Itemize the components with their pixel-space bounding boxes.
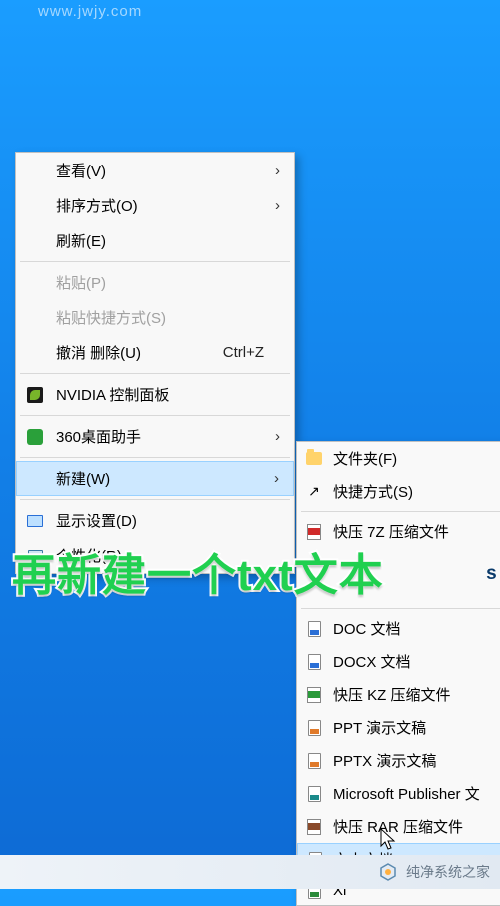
doc-blue-icon bbox=[305, 620, 323, 638]
doc-orange-icon bbox=[305, 752, 323, 770]
menu-label: 快压 KZ 压缩文件 bbox=[333, 684, 451, 705]
submenu-item-publisher[interactable]: Microsoft Publisher 文 bbox=[297, 777, 500, 810]
menu-label: 撤消 删除(U) bbox=[56, 342, 141, 363]
menu-item-display-settings[interactable]: 显示设置(D) bbox=[16, 503, 294, 538]
chevron-right-icon: › bbox=[274, 470, 279, 487]
menu-label: NVIDIA 控制面板 bbox=[56, 384, 169, 405]
menu-separator bbox=[20, 457, 290, 458]
new-submenu: 文件夹(F) ↗ 快捷方式(S) 快压 7Z 压缩文件 DOC 文档 DOCX … bbox=[296, 441, 500, 906]
menu-label: 显示设置(D) bbox=[56, 510, 137, 531]
zip-green-icon bbox=[305, 686, 323, 704]
menu-item-nvidia[interactable]: NVIDIA 控制面板 bbox=[16, 377, 294, 412]
menu-label: 粘贴(P) bbox=[56, 272, 106, 293]
menu-label: Microsoft Publisher 文 bbox=[333, 783, 480, 804]
chevron-right-icon: › bbox=[275, 428, 280, 445]
360-icon bbox=[26, 428, 44, 446]
watermark-top: www.jwjy.com bbox=[38, 3, 142, 20]
menu-separator bbox=[301, 511, 500, 512]
menu-label: PPT 演示文稿 bbox=[333, 717, 426, 738]
submenu-item-rar[interactable]: 快压 RAR 压缩文件 bbox=[297, 810, 500, 843]
menu-label: 排序方式(O) bbox=[56, 195, 138, 216]
submenu-item-ppt[interactable]: PPT 演示文稿 bbox=[297, 711, 500, 744]
menu-item-new[interactable]: 新建(W) › bbox=[16, 461, 294, 496]
desktop-context-menu: 查看(V) › 排序方式(O) › 刷新(E) 粘贴(P) 粘贴快捷方式(S) … bbox=[15, 152, 295, 574]
chevron-right-icon: › bbox=[275, 197, 280, 214]
zip-brown-icon bbox=[305, 818, 323, 836]
doc-blue-icon bbox=[305, 653, 323, 671]
menu-item-paste: 粘贴(P) bbox=[16, 265, 294, 300]
submenu-item-folder[interactable]: 文件夹(F) bbox=[297, 442, 500, 475]
submenu-item-docx[interactable]: DOCX 文档 bbox=[297, 645, 500, 678]
submenu-item-kz[interactable]: 快压 KZ 压缩文件 bbox=[297, 678, 500, 711]
menu-separator bbox=[20, 261, 290, 262]
submenu-item-pptx[interactable]: PPTX 演示文稿 bbox=[297, 744, 500, 777]
menu-label: 文件夹(F) bbox=[333, 448, 397, 469]
shortcut-icon: ↗ bbox=[305, 483, 323, 501]
menu-label: 刷新(E) bbox=[56, 230, 106, 251]
footer-text: 纯净系统之家 bbox=[406, 862, 490, 882]
footer-logo-icon bbox=[378, 862, 398, 882]
menu-separator bbox=[20, 415, 290, 416]
menu-item-view[interactable]: 查看(V) › bbox=[16, 153, 294, 188]
folder-icon bbox=[305, 450, 323, 468]
menu-item-undo-delete[interactable]: 撤消 删除(U) Ctrl+Z bbox=[16, 335, 294, 370]
menu-label: 新建(W) bbox=[56, 468, 110, 489]
menu-label: 360桌面助手 bbox=[56, 426, 141, 447]
menu-label: DOCX 文档 bbox=[333, 651, 411, 672]
menu-label: 快压 RAR 压缩文件 bbox=[333, 816, 463, 837]
menu-separator bbox=[20, 499, 290, 500]
menu-item-refresh[interactable]: 刷新(E) bbox=[16, 223, 294, 258]
zip-red-icon bbox=[305, 523, 323, 541]
footer-watermark-bar: 纯净系统之家 bbox=[0, 855, 500, 889]
menu-label: PPTX 演示文稿 bbox=[333, 750, 436, 771]
submenu-item-shortcut[interactable]: ↗ 快捷方式(S) bbox=[297, 475, 500, 508]
menu-item-sort[interactable]: 排序方式(O) › bbox=[16, 188, 294, 223]
menu-label: 快捷方式(S) bbox=[333, 481, 413, 502]
doc-teal-icon bbox=[305, 785, 323, 803]
menu-shortcut: Ctrl+Z bbox=[223, 344, 264, 361]
menu-item-paste-shortcut: 粘贴快捷方式(S) bbox=[16, 300, 294, 335]
menu-separator bbox=[20, 373, 290, 374]
nvidia-icon bbox=[26, 386, 44, 404]
submenu-item-doc[interactable]: DOC 文档 bbox=[297, 612, 500, 645]
menu-label: 粘贴快捷方式(S) bbox=[56, 307, 166, 328]
menu-label: 查看(V) bbox=[56, 160, 106, 181]
video-caption: 再新建一个txt文本 bbox=[12, 539, 384, 603]
chevron-right-icon: › bbox=[275, 162, 280, 179]
doc-orange-icon bbox=[305, 719, 323, 737]
display-icon bbox=[26, 512, 44, 530]
menu-label: DOC 文档 bbox=[333, 618, 401, 639]
menu-item-360[interactable]: 360桌面助手 › bbox=[16, 419, 294, 454]
caption-side-text: s 数据 bbox=[486, 558, 500, 585]
menu-separator bbox=[301, 608, 500, 609]
